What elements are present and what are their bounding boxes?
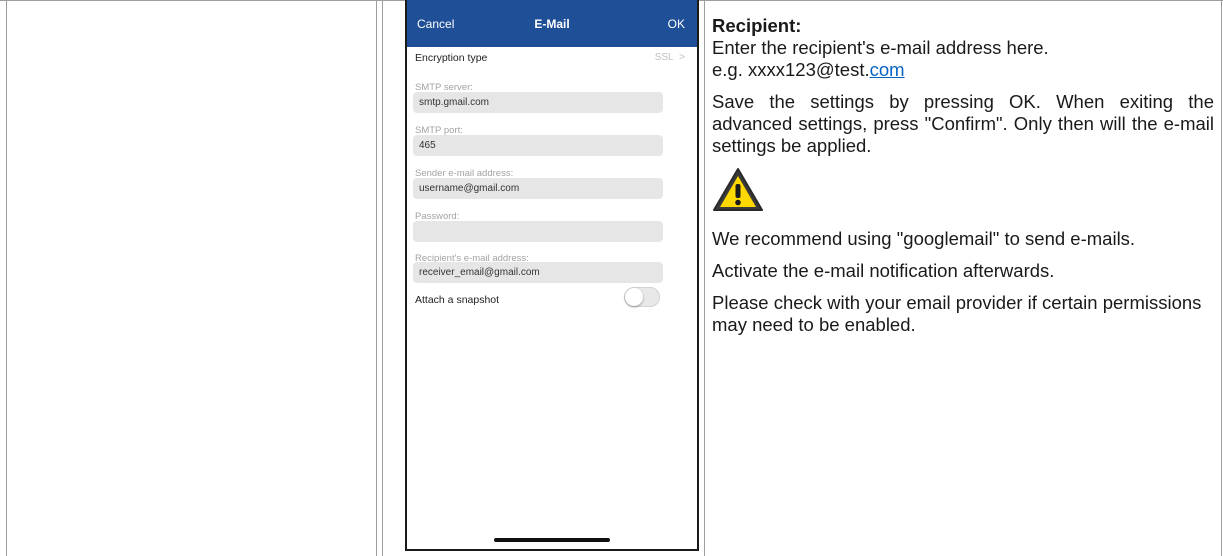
table-divider-2 xyxy=(382,0,383,556)
encryption-value-text: SSL xyxy=(654,52,674,63)
example-link[interactable]: com xyxy=(870,59,905,80)
activate-notification: Activate the e-mail notification afterwa… xyxy=(712,260,1055,281)
password-input[interactable] xyxy=(413,221,663,242)
recipient-instruction: Enter the recipient's e-mail address her… xyxy=(712,37,1049,58)
smtp-port-input[interactable]: 465 xyxy=(413,135,663,156)
toggle-knob xyxy=(625,288,643,306)
screen-title: E-Mail xyxy=(534,17,570,31)
table-divider-3 xyxy=(704,0,705,556)
encryption-type-row[interactable]: Encryption type SSL > xyxy=(415,52,689,68)
warning-triangle-icon xyxy=(713,168,763,211)
nav-bar: Cancel E-Mail OK xyxy=(407,0,697,47)
smtp-server-input[interactable]: smtp.gmail.com xyxy=(413,92,663,113)
provider-permissions-note: Please check with your email provider if… xyxy=(712,292,1202,335)
encryption-type-value: SSL > xyxy=(655,52,685,63)
googlemail-recommendation: We recommend using "googlemail" to send … xyxy=(712,228,1136,249)
save-instruction: Save the settings by pressing OK. When e… xyxy=(712,91,1214,156)
example-address: e.g. xxxx123@test.com xyxy=(712,59,1214,81)
ok-button[interactable]: OK xyxy=(668,17,685,31)
table-left-border xyxy=(6,0,7,556)
attach-snapshot-label: Attach a snapshot xyxy=(415,294,500,306)
encryption-type-label: Encryption type xyxy=(415,52,488,64)
section-heading: Recipient: xyxy=(712,15,802,36)
sender-email-input[interactable]: username@gmail.com xyxy=(413,178,663,199)
table-right-border xyxy=(1221,0,1222,556)
attach-snapshot-toggle[interactable] xyxy=(624,287,660,307)
home-indicator xyxy=(494,538,610,542)
table-divider-1 xyxy=(376,0,377,556)
example-prefix: e.g. xxxx123@test. xyxy=(712,59,870,80)
chevron-right-icon: > xyxy=(679,52,685,63)
instructions-column: Recipient: Enter the recipient's e-mail … xyxy=(712,15,1214,336)
phone-screenshot: Cancel E-Mail OK Encryption type SSL > S… xyxy=(405,0,699,551)
recipient-email-input[interactable]: receiver_email@gmail.com xyxy=(413,262,663,283)
